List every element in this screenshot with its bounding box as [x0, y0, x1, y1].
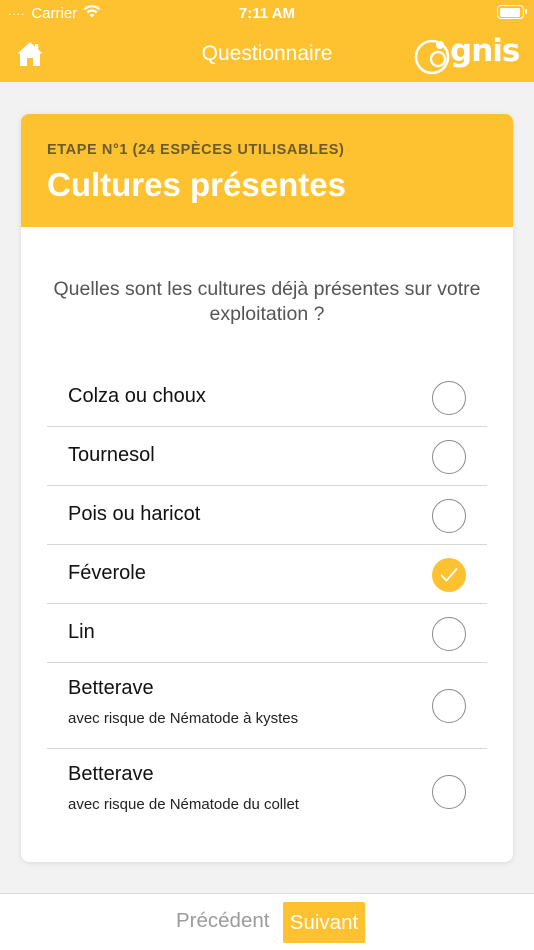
radio-unchecked-icon[interactable]	[432, 440, 466, 474]
radio-unchecked-icon[interactable]	[432, 775, 466, 809]
radio-unchecked-icon[interactable]	[432, 499, 466, 533]
option-label: Tournesol	[68, 444, 155, 466]
checkmark-icon	[440, 568, 458, 582]
radio-unchecked-icon[interactable]	[432, 689, 466, 723]
logo-text: gnis	[450, 33, 520, 69]
option-betterave-collet[interactable]: Betterave avec risque de Nématode du col…	[47, 749, 487, 835]
option-feverole[interactable]: Féverole	[47, 545, 487, 604]
option-label: Betterave	[68, 763, 154, 785]
option-pois-ou-haricot[interactable]: Pois ou haricot	[47, 486, 487, 545]
logo-mark-icon	[414, 39, 450, 75]
radio-unchecked-icon[interactable]	[432, 381, 466, 415]
option-betterave-kystes[interactable]: Betterave avec risque de Nématode à kyst…	[47, 663, 487, 749]
option-label: Colza ou choux	[68, 385, 206, 407]
questionnaire-card: ETAPE N°1 (24 ESPÈCES UTILISABLES) Cultu…	[21, 114, 513, 862]
option-label: Lin	[68, 621, 95, 643]
step-label: ETAPE N°1 (24 ESPÈCES UTILISABLES)	[47, 142, 345, 158]
option-lin[interactable]: Lin	[47, 604, 487, 663]
option-label: Pois ou haricot	[68, 503, 201, 525]
card-header: ETAPE N°1 (24 ESPÈCES UTILISABLES) Cultu…	[21, 114, 513, 227]
battery-icon	[497, 5, 527, 19]
status-bar: .... Carrier 7:11 AM	[0, 0, 534, 26]
question-text: Quelles sont les cultures déjà présentes…	[53, 278, 481, 325]
status-time: 7:11 AM	[238, 5, 296, 22]
next-button[interactable]: Suivant	[283, 902, 365, 943]
option-tournesol[interactable]: Tournesol	[47, 427, 487, 486]
card-title: Cultures présentes	[47, 166, 346, 203]
options-list: Colza ou choux Tournesol Pois ou haricot…	[47, 368, 487, 835]
option-sublabel: avec risque de Nématode du collet	[68, 796, 299, 813]
radio-unchecked-icon[interactable]	[432, 617, 466, 651]
gnis-logo: gnis	[412, 33, 522, 75]
previous-button[interactable]: Précédent	[176, 909, 269, 933]
option-label: Betterave	[68, 677, 154, 699]
footer-nav: Précédent Suivant	[0, 893, 534, 950]
radio-checked-icon[interactable]	[432, 558, 466, 592]
option-colza-ou-choux[interactable]: Colza ou choux	[47, 368, 487, 427]
option-label: Féverole	[68, 562, 146, 584]
top-bar: .... Carrier 7:11 AM Questionnaire gnis	[0, 0, 534, 82]
option-sublabel: avec risque de Nématode à kystes	[68, 710, 299, 727]
